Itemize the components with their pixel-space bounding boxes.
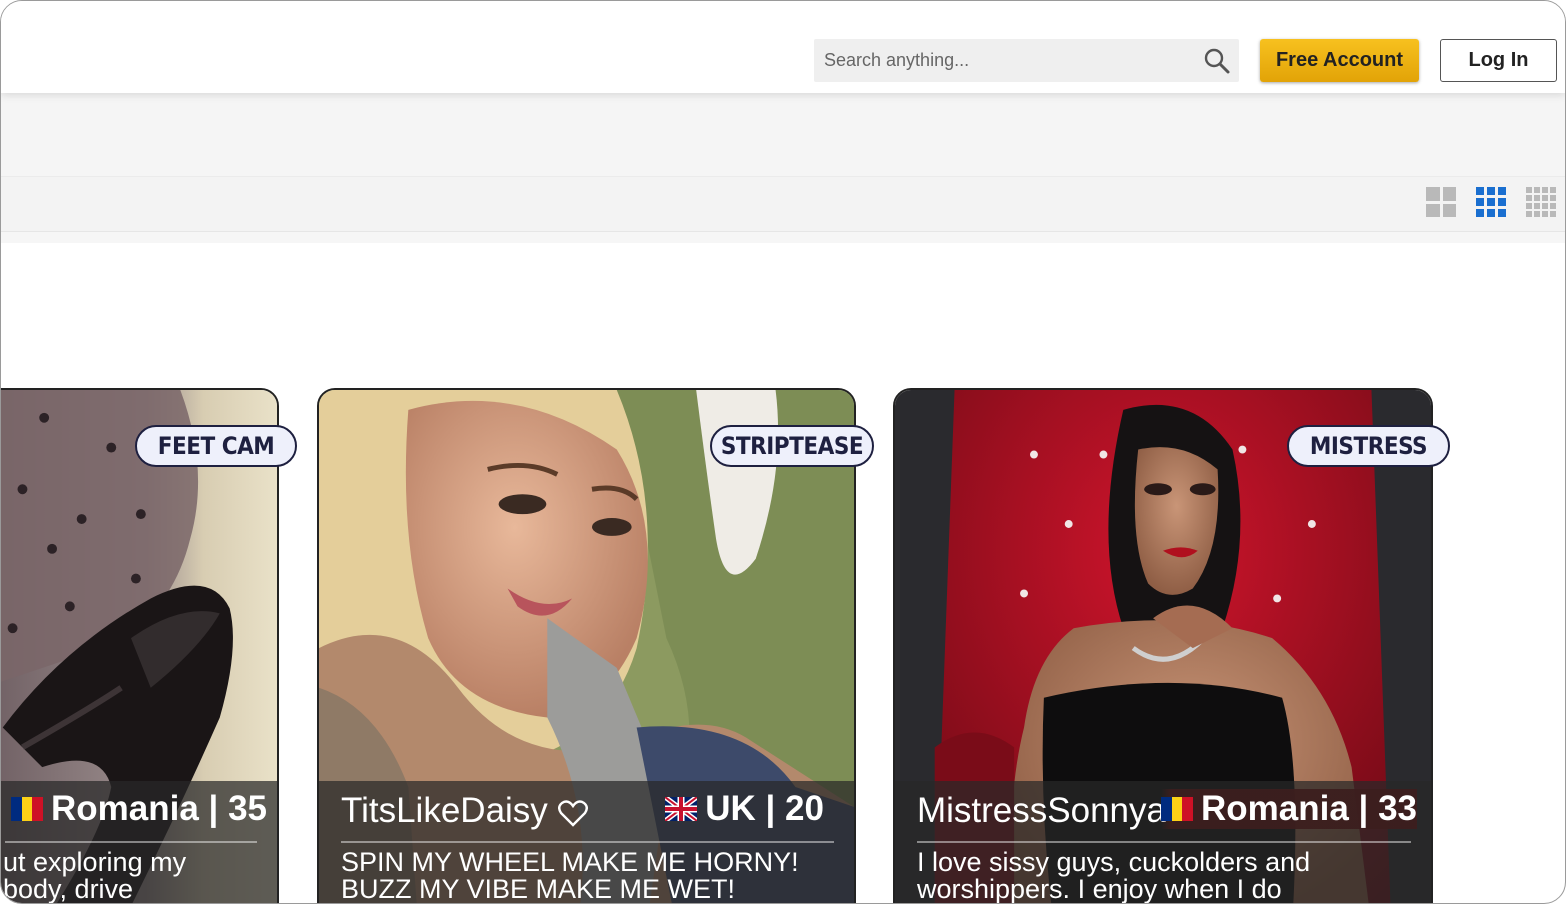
description-line: body, drive [3, 874, 134, 904]
grid-medium-icon[interactable] [1476, 187, 1506, 217]
grid-large-icon[interactable] [1426, 187, 1456, 217]
description-line: I love sissy guys, cuckolders and [917, 847, 1311, 877]
category-tag[interactable]: FEET CAM [135, 425, 297, 467]
card-divider [917, 841, 1411, 843]
country-age-text: UK | 20 [705, 789, 824, 828]
card-info-panel: TitsLikeDaisy UK | 20 SPIN MY WHEEL MAKE… [319, 781, 854, 903]
search-input[interactable] [814, 39, 1194, 82]
site-header: Free Account Log In [1, 1, 1565, 93]
country-age-text: Romania | 33 [1201, 789, 1417, 828]
free-account-button[interactable]: Free Account [1260, 39, 1419, 82]
romania-flag-icon [11, 797, 44, 821]
card-location: Romania | 33 [1161, 789, 1417, 829]
description-line: worshippers. I enjoy when I do [917, 874, 1282, 904]
card-description: I love sissy guys, cuckolders and worshi… [917, 849, 1411, 903]
category-tag[interactable]: STRIPTEASE [710, 425, 874, 467]
category-tag[interactable]: MISTRESS [1287, 425, 1450, 467]
heart-icon[interactable] [557, 799, 588, 827]
search-box[interactable] [814, 39, 1239, 82]
card-description: ut exploring my body, drive [3, 849, 257, 903]
uk-flag-icon [665, 797, 698, 821]
card-divider [5, 841, 257, 843]
card-info-panel: Romania | 35 ut exploring my body, drive [1, 781, 277, 903]
login-button[interactable]: Log In [1440, 39, 1557, 82]
model-name: MistressSonnya [917, 791, 1166, 830]
card-location: UK | 20 [665, 789, 824, 829]
country-age-text: Romania | 35 [51, 789, 267, 828]
description-line: SPIN MY WHEEL MAKE ME HORNY! [341, 847, 799, 877]
card-info-panel: MistressSonnya Romania | 33 I love sissy… [895, 781, 1431, 903]
card-description: SPIN MY WHEEL MAKE ME HORNY! BUZZ MY VIB… [341, 849, 834, 903]
romania-flag-icon [1161, 797, 1194, 821]
search-icon[interactable] [1203, 47, 1231, 75]
description-line: ut exploring my [3, 847, 187, 877]
model-name-text: TitsLikeDaisy [341, 791, 548, 830]
card-divider [341, 841, 834, 843]
model-name: TitsLikeDaisy [341, 791, 588, 831]
filter-bar [1, 93, 1565, 177]
browser-viewport: Free Account Log In [0, 0, 1566, 904]
toolbar-shadow [1, 232, 1565, 243]
card-location: Romania | 35 [11, 789, 267, 829]
toolbar [1, 177, 1565, 232]
grid-small-icon[interactable] [1526, 187, 1556, 217]
description-line: BUZZ MY VIBE MAKE ME WET! [341, 874, 736, 904]
